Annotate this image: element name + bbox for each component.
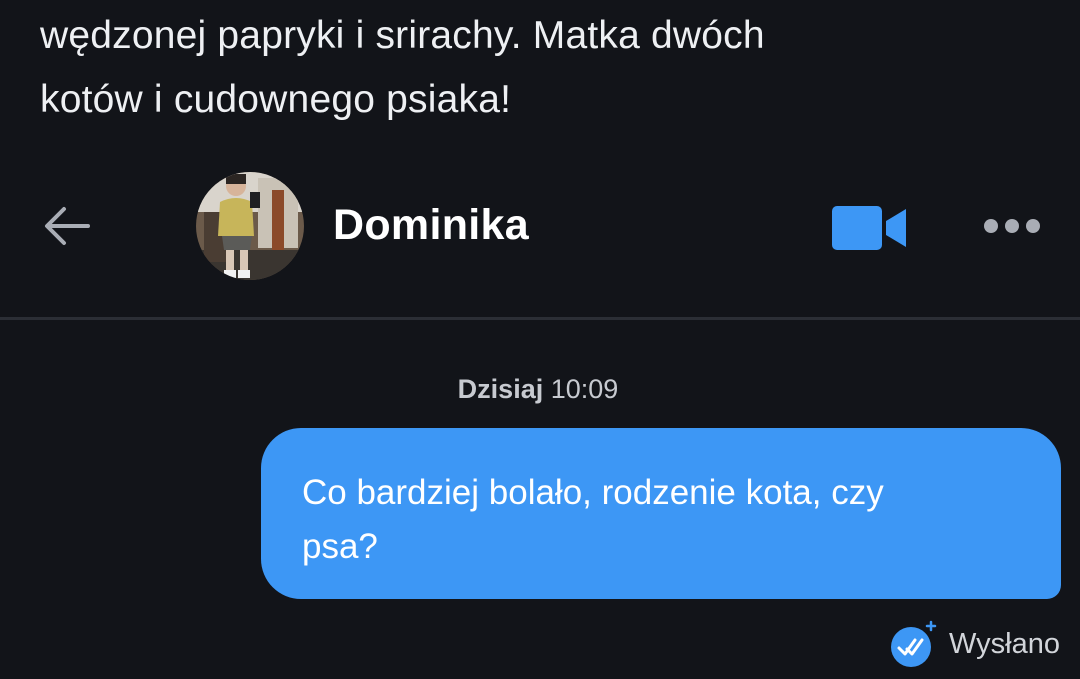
more-dots-icon xyxy=(984,219,1040,233)
back-button[interactable] xyxy=(38,198,94,254)
contact-name[interactable]: Dominika xyxy=(333,201,529,250)
arrow-left-icon xyxy=(45,207,90,245)
profile-bio-text: wędzonej papryki i srirachy. Matka dwóch… xyxy=(40,14,765,121)
double-check-icon xyxy=(889,620,937,668)
header-divider xyxy=(0,317,1080,320)
timestamp-time: 10:09 xyxy=(550,374,619,404)
video-call-icon xyxy=(832,206,906,250)
chat-header: Dominika xyxy=(0,168,1080,292)
message-timestamp: Dzisiaj 10:09 xyxy=(0,374,1076,405)
avatar-photo xyxy=(196,172,304,280)
more-options-button[interactable] xyxy=(976,204,1048,248)
status-label: Wysłano xyxy=(949,627,1060,660)
timestamp-day: Dzisiaj xyxy=(457,374,544,404)
message-text: Co bardziej bolało, rodzenie kota, czy p… xyxy=(302,473,884,566)
video-call-button[interactable] xyxy=(826,200,910,256)
contact-avatar[interactable] xyxy=(196,172,304,280)
message-status: Wysłano xyxy=(889,616,1060,672)
outgoing-message-bubble[interactable]: Co bardziej bolało, rodzenie kota, czy p… xyxy=(261,428,1061,599)
